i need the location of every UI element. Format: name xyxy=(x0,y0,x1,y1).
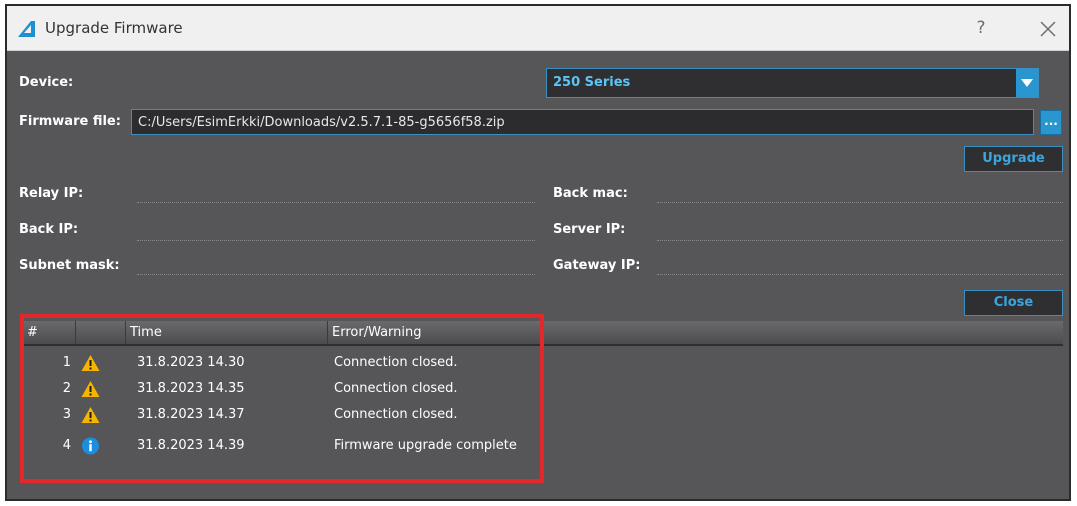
upgrade-firmware-dialog: Upgrade Firmware ? Device: 250 Series Fi… xyxy=(5,4,1071,501)
back-mac-value xyxy=(657,202,1063,203)
firmware-file-label: Firmware file: xyxy=(19,114,121,129)
chevron-down-icon xyxy=(1021,79,1033,87)
back-mac-label: Back mac: xyxy=(553,186,628,201)
back-ip-value xyxy=(137,240,535,241)
subnet-mask-value xyxy=(137,274,535,275)
device-select[interactable]: 250 Series xyxy=(546,68,1039,98)
gateway-ip-value xyxy=(657,274,1063,275)
app-logo-icon xyxy=(18,21,35,37)
back-ip-label: Back IP: xyxy=(19,222,79,237)
server-ip-label: Server IP: xyxy=(553,222,626,237)
subnet-mask-label: Subnet mask: xyxy=(19,258,120,273)
relay-ip-value xyxy=(137,202,535,203)
help-button[interactable]: ? xyxy=(969,16,993,40)
title-bar: Upgrade Firmware ? xyxy=(7,6,1069,51)
annotation-highlight-box xyxy=(20,314,544,483)
relay-ip-label: Relay IP: xyxy=(19,186,84,201)
window-title: Upgrade Firmware xyxy=(45,19,183,37)
server-ip-value xyxy=(657,240,1063,241)
browse-button[interactable]: ... xyxy=(1040,110,1062,135)
device-dropdown-button[interactable] xyxy=(1016,69,1038,97)
upgrade-button[interactable]: Upgrade xyxy=(964,146,1063,172)
gateway-ip-label: Gateway IP: xyxy=(553,258,641,273)
firmware-file-input[interactable] xyxy=(131,109,1034,135)
device-selected-value: 250 Series xyxy=(553,75,631,90)
close-icon[interactable] xyxy=(1037,18,1059,40)
close-button[interactable]: Close xyxy=(964,290,1063,316)
device-label: Device: xyxy=(19,75,74,90)
